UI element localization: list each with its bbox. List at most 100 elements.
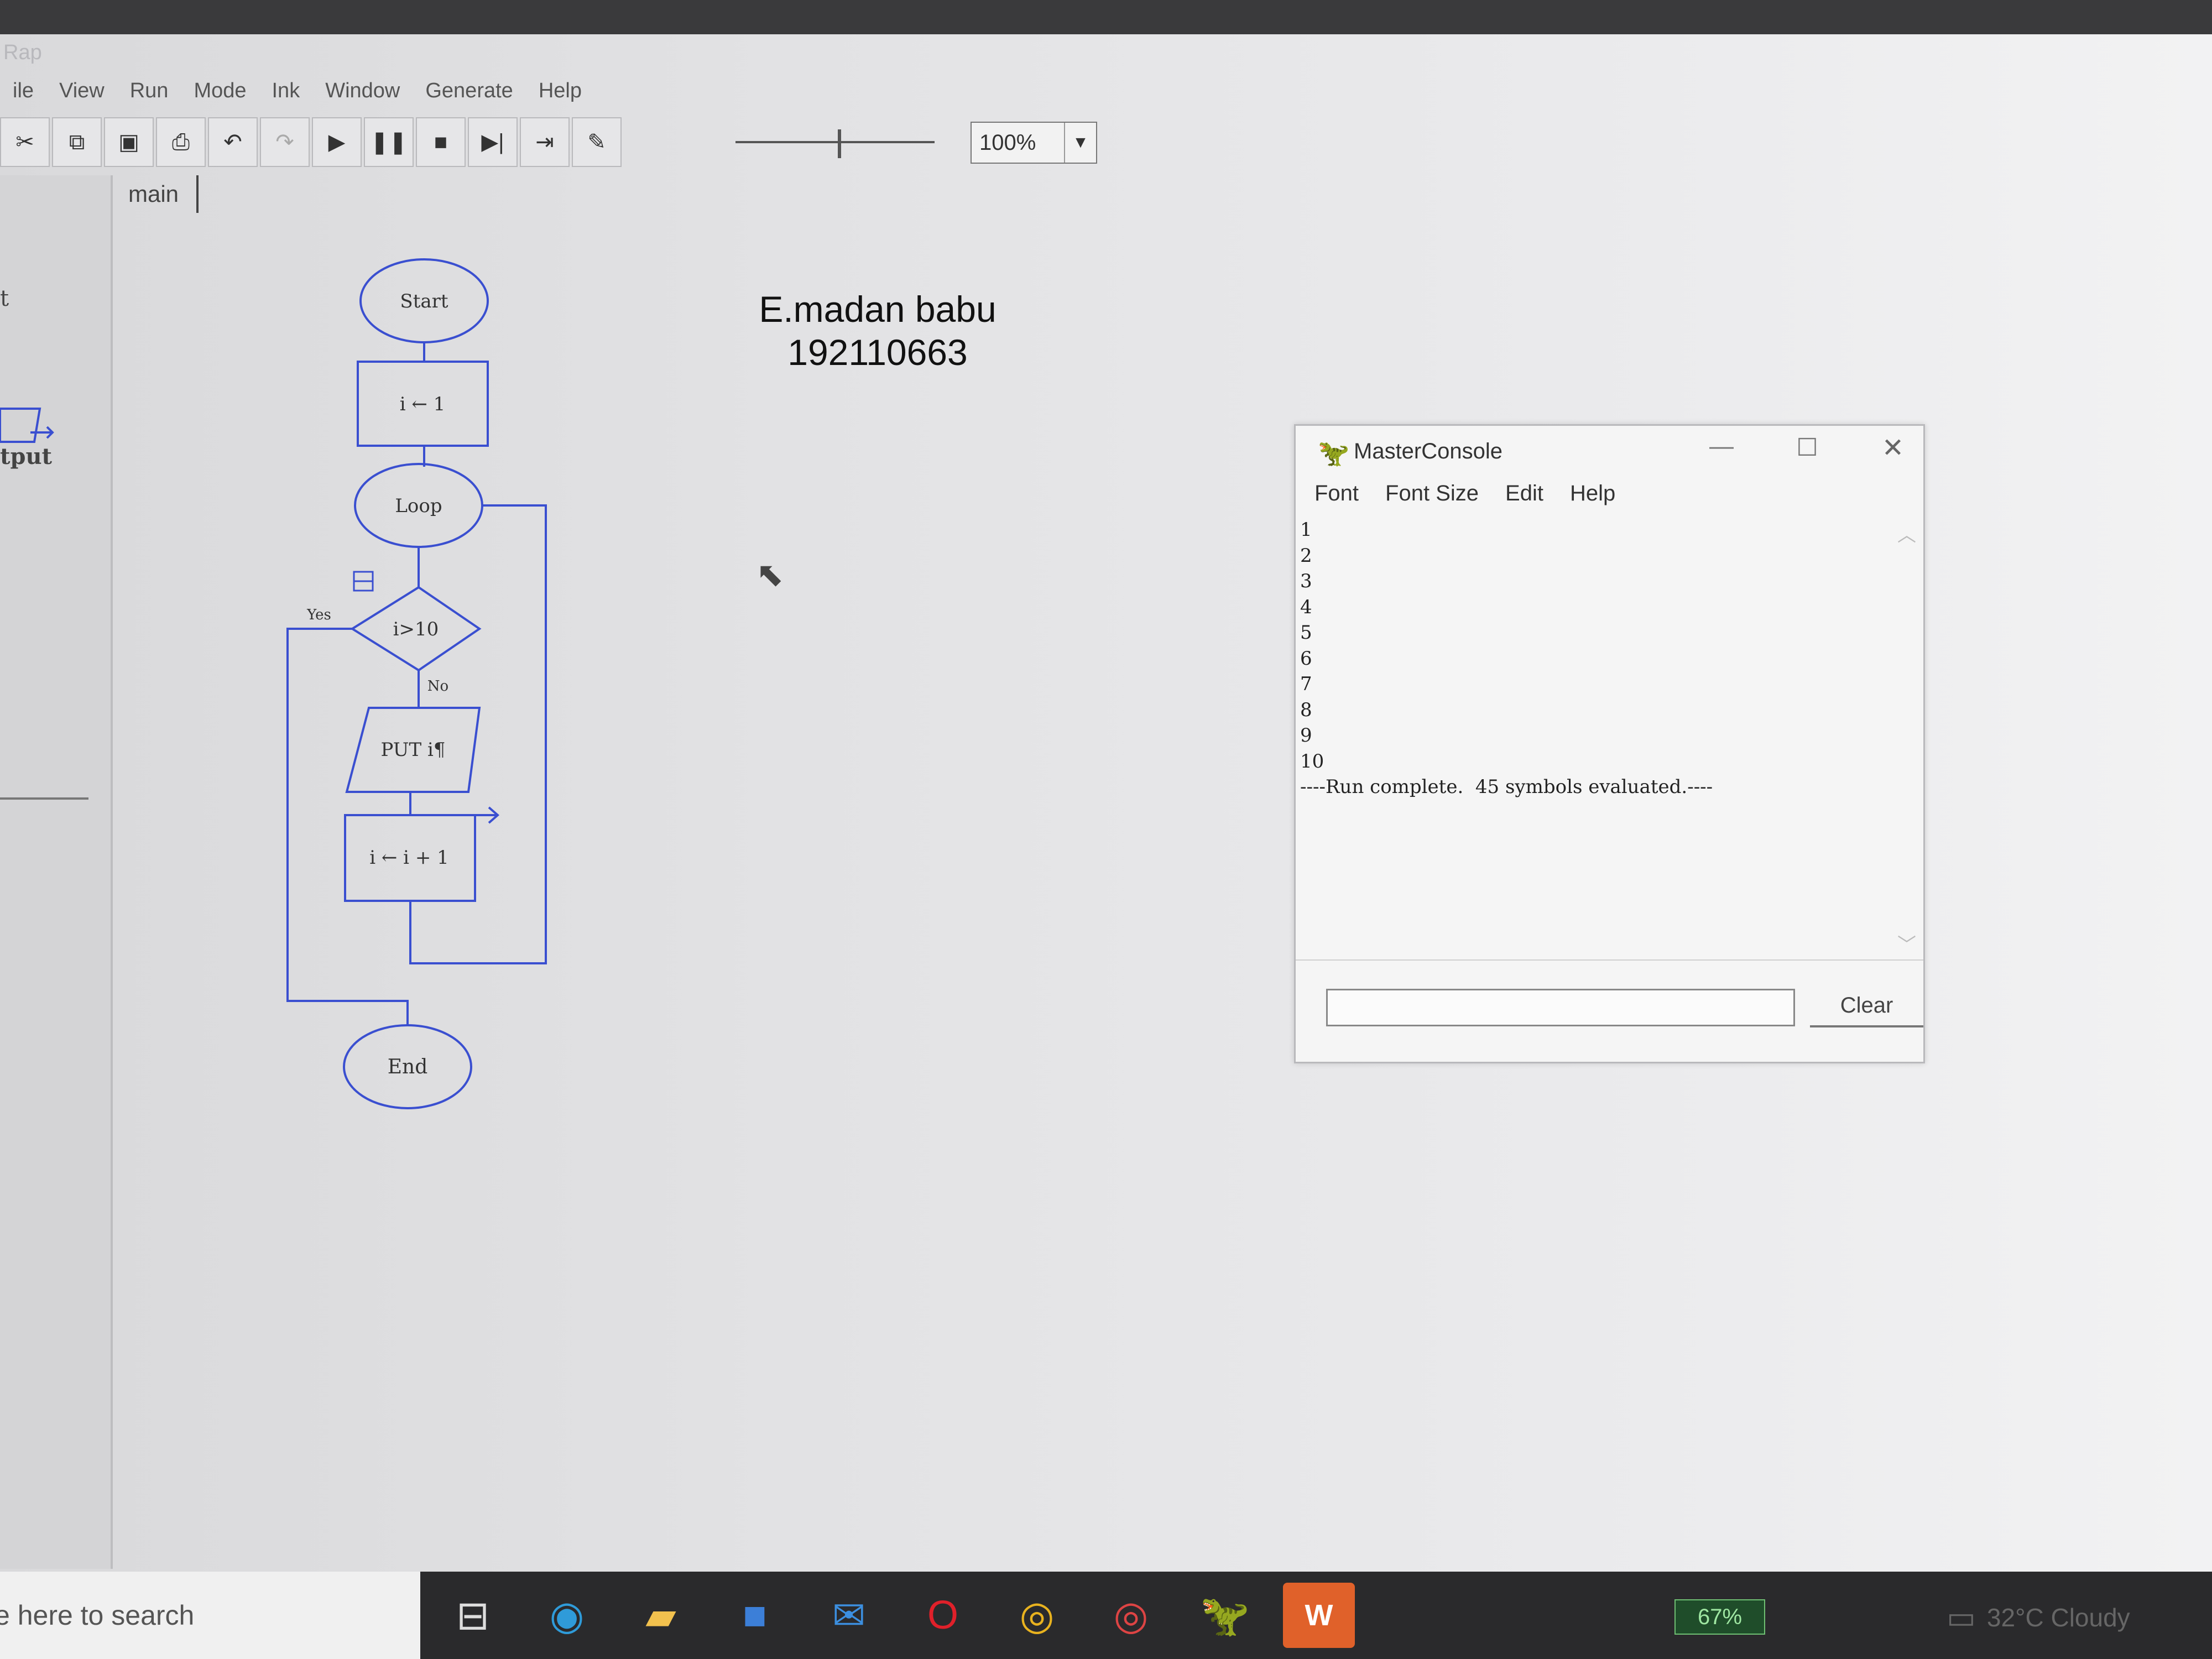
output-label: PUT i¶	[381, 739, 446, 761]
word-icon[interactable]: W	[1283, 1583, 1355, 1648]
store-icon[interactable]: ■	[719, 1583, 791, 1648]
stop-icon[interactable]: ■	[416, 117, 466, 167]
flowchart: Start i ← 1 Loop i>10 Yes No PUT i¶ i ← …	[286, 258, 547, 1109]
screen-top-bezel	[0, 0, 2212, 34]
task-view-icon[interactable]: ⊟	[437, 1583, 509, 1648]
play-icon[interactable]: ▶	[312, 117, 362, 167]
minimize-icon[interactable]: —	[1699, 432, 1744, 471]
author-name: E.madan babu	[759, 289, 997, 330]
end-label: End	[388, 1056, 428, 1078]
output-line: 1	[1300, 519, 1312, 541]
output-line: 3	[1300, 570, 1312, 592]
edge-icon[interactable]: ◉	[531, 1583, 603, 1648]
console-input[interactable]	[1326, 989, 1795, 1026]
menu-window[interactable]: Window	[312, 76, 413, 114]
menu-mode[interactable]: Mode	[181, 76, 259, 114]
author-id: 192110663	[787, 332, 968, 373]
toolbar-buttons: ✂ ⧉ ▣ ⎙ ↶ ↷ ▶ ❚❚ ■ ▶| ⇥ ✎	[0, 117, 624, 167]
close-icon[interactable]: ✕	[1871, 432, 1915, 471]
paste-icon[interactable]: ▣	[104, 117, 154, 167]
maximize-icon[interactable]: ☐	[1785, 434, 1829, 472]
menu-run[interactable]: Run	[117, 76, 181, 114]
undo-icon[interactable]: ↶	[208, 117, 258, 167]
assign-1-label: i ← 1	[400, 393, 446, 415]
menu-generate[interactable]: Generate	[413, 76, 525, 114]
step-into-icon[interactable]: ⇥	[520, 117, 570, 167]
output-line: 5	[1300, 622, 1312, 644]
console-menu-edit[interactable]: Edit	[1492, 481, 1557, 506]
zoom-select[interactable]: 100% ▼	[971, 122, 1097, 164]
panel-divider	[0, 797, 88, 800]
console-title-bar[interactable]: 🦖 MasterConsole — ☐ ✕	[1296, 426, 1923, 476]
menu-view[interactable]: View	[46, 76, 117, 114]
menu-help[interactable]: Help	[526, 76, 594, 114]
pause-icon[interactable]: ❚❚	[364, 117, 414, 167]
author-annotation: E.madan babu 192110663	[643, 288, 1113, 374]
condition-label: i>10	[393, 618, 439, 640]
toolbar: ✂ ⧉ ▣ ⎙ ↶ ↷ ▶ ❚❚ ■ ▶| ⇥ ✎ 100% ▼	[0, 117, 2184, 173]
menu-ink[interactable]: Ink	[259, 76, 313, 114]
file-explorer-icon[interactable]: ▰	[625, 1583, 697, 1648]
weather-icon: ▭	[1947, 1600, 1976, 1635]
console-menu-font-size[interactable]: Font Size	[1372, 481, 1492, 506]
output-symbol-icon[interactable]	[0, 408, 61, 446]
mail-icon[interactable]: ✉	[813, 1583, 885, 1648]
output-line: 2	[1300, 544, 1312, 567]
console-divider	[1296, 959, 1923, 961]
console-menu: Font Font Size Edit Help	[1301, 481, 1629, 506]
console-menu-font[interactable]: Font	[1301, 481, 1372, 506]
title-bar: Rap	[0, 34, 2212, 73]
output-symbol-label: tput	[0, 444, 53, 469]
chevron-down-icon[interactable]: ▼	[1064, 123, 1096, 163]
output-line: 10	[1300, 750, 1324, 773]
pen-icon[interactable]: ✎	[572, 117, 622, 167]
master-console-window: 🦖 MasterConsole — ☐ ✕ Font Font Size Edi…	[1294, 424, 1925, 1063]
symbol-label-partial: t	[0, 286, 9, 311]
zoom-value: 100%	[979, 131, 1036, 155]
output-line: 4	[1300, 596, 1312, 618]
console-output[interactable]: 1 2 3 4 5 6 7 8 9 10 ----Run complete. 45 symbols …	[1300, 517, 1886, 959]
taskbar: e here to search ⊟ ◉ ▰ ■ ✉ O ◎ ◎ 🦖 W 67%…	[0, 1572, 2212, 1659]
weather-widget[interactable]: ▭ 32°C Cloudy	[1947, 1599, 2130, 1636]
slider-thumb[interactable]	[838, 129, 841, 158]
print-icon[interactable]: ⎙	[156, 117, 206, 167]
speed-slider[interactable]	[730, 123, 940, 161]
search-placeholder: e here to search	[0, 1600, 195, 1631]
raptor-window: Rap ile View Run Mode Ink Window Generat…	[0, 34, 2212, 1572]
menu-bar: ile View Run Mode Ink Window Generate He…	[0, 76, 594, 114]
opera-icon[interactable]: O	[907, 1583, 979, 1648]
chrome-profile-icon[interactable]: ◎	[1095, 1583, 1167, 1648]
console-menu-help[interactable]: Help	[1557, 481, 1629, 506]
slider-track	[735, 141, 935, 143]
taskbar-apps: ⊟ ◉ ▰ ■ ✉ O ◎ ◎ 🦖 W	[437, 1583, 1377, 1648]
mouse-cursor-icon: ⬉	[756, 556, 784, 593]
symbols-panel: t tput	[0, 175, 113, 1569]
battery-indicator[interactable]: 67%	[1674, 1599, 1765, 1635]
tab-strip: main	[111, 175, 199, 214]
run-status-line: ----Run complete. 45 symbols evaluated.-…	[1300, 776, 1713, 798]
tab-main[interactable]: main	[111, 175, 199, 213]
console-scrollbar[interactable]: ︿ ﹀	[1896, 520, 1918, 957]
assign-2-label: i ← i + 1	[369, 847, 449, 869]
start-label: Start	[400, 290, 448, 312]
loop-label: Loop	[395, 495, 442, 517]
chrome-icon[interactable]: ◎	[1001, 1583, 1073, 1648]
app-title: Rap	[3, 41, 42, 64]
weather-text: 32°C Cloudy	[1986, 1603, 2130, 1632]
raptor-icon: 🦖	[1318, 439, 1350, 467]
cut-icon[interactable]: ✂	[0, 117, 50, 167]
scroll-down-icon[interactable]: ﹀	[1896, 930, 1918, 957]
console-title: MasterConsole	[1354, 439, 1503, 463]
menu-file[interactable]: ile	[0, 76, 46, 114]
output-line: 7	[1300, 673, 1312, 695]
yes-label: Yes	[306, 607, 331, 623]
taskbar-search[interactable]: e here to search	[0, 1572, 420, 1659]
output-line: 8	[1300, 698, 1312, 721]
scroll-up-icon[interactable]: ︿	[1896, 520, 1918, 547]
copy-icon[interactable]: ⧉	[52, 117, 102, 167]
output-line: 6	[1300, 647, 1312, 670]
redo-icon[interactable]: ↷	[260, 117, 310, 167]
clear-button[interactable]: Clear	[1810, 985, 1923, 1027]
step-icon[interactable]: ▶|	[468, 117, 518, 167]
raptor-taskbar-icon[interactable]: 🦖	[1189, 1583, 1261, 1648]
